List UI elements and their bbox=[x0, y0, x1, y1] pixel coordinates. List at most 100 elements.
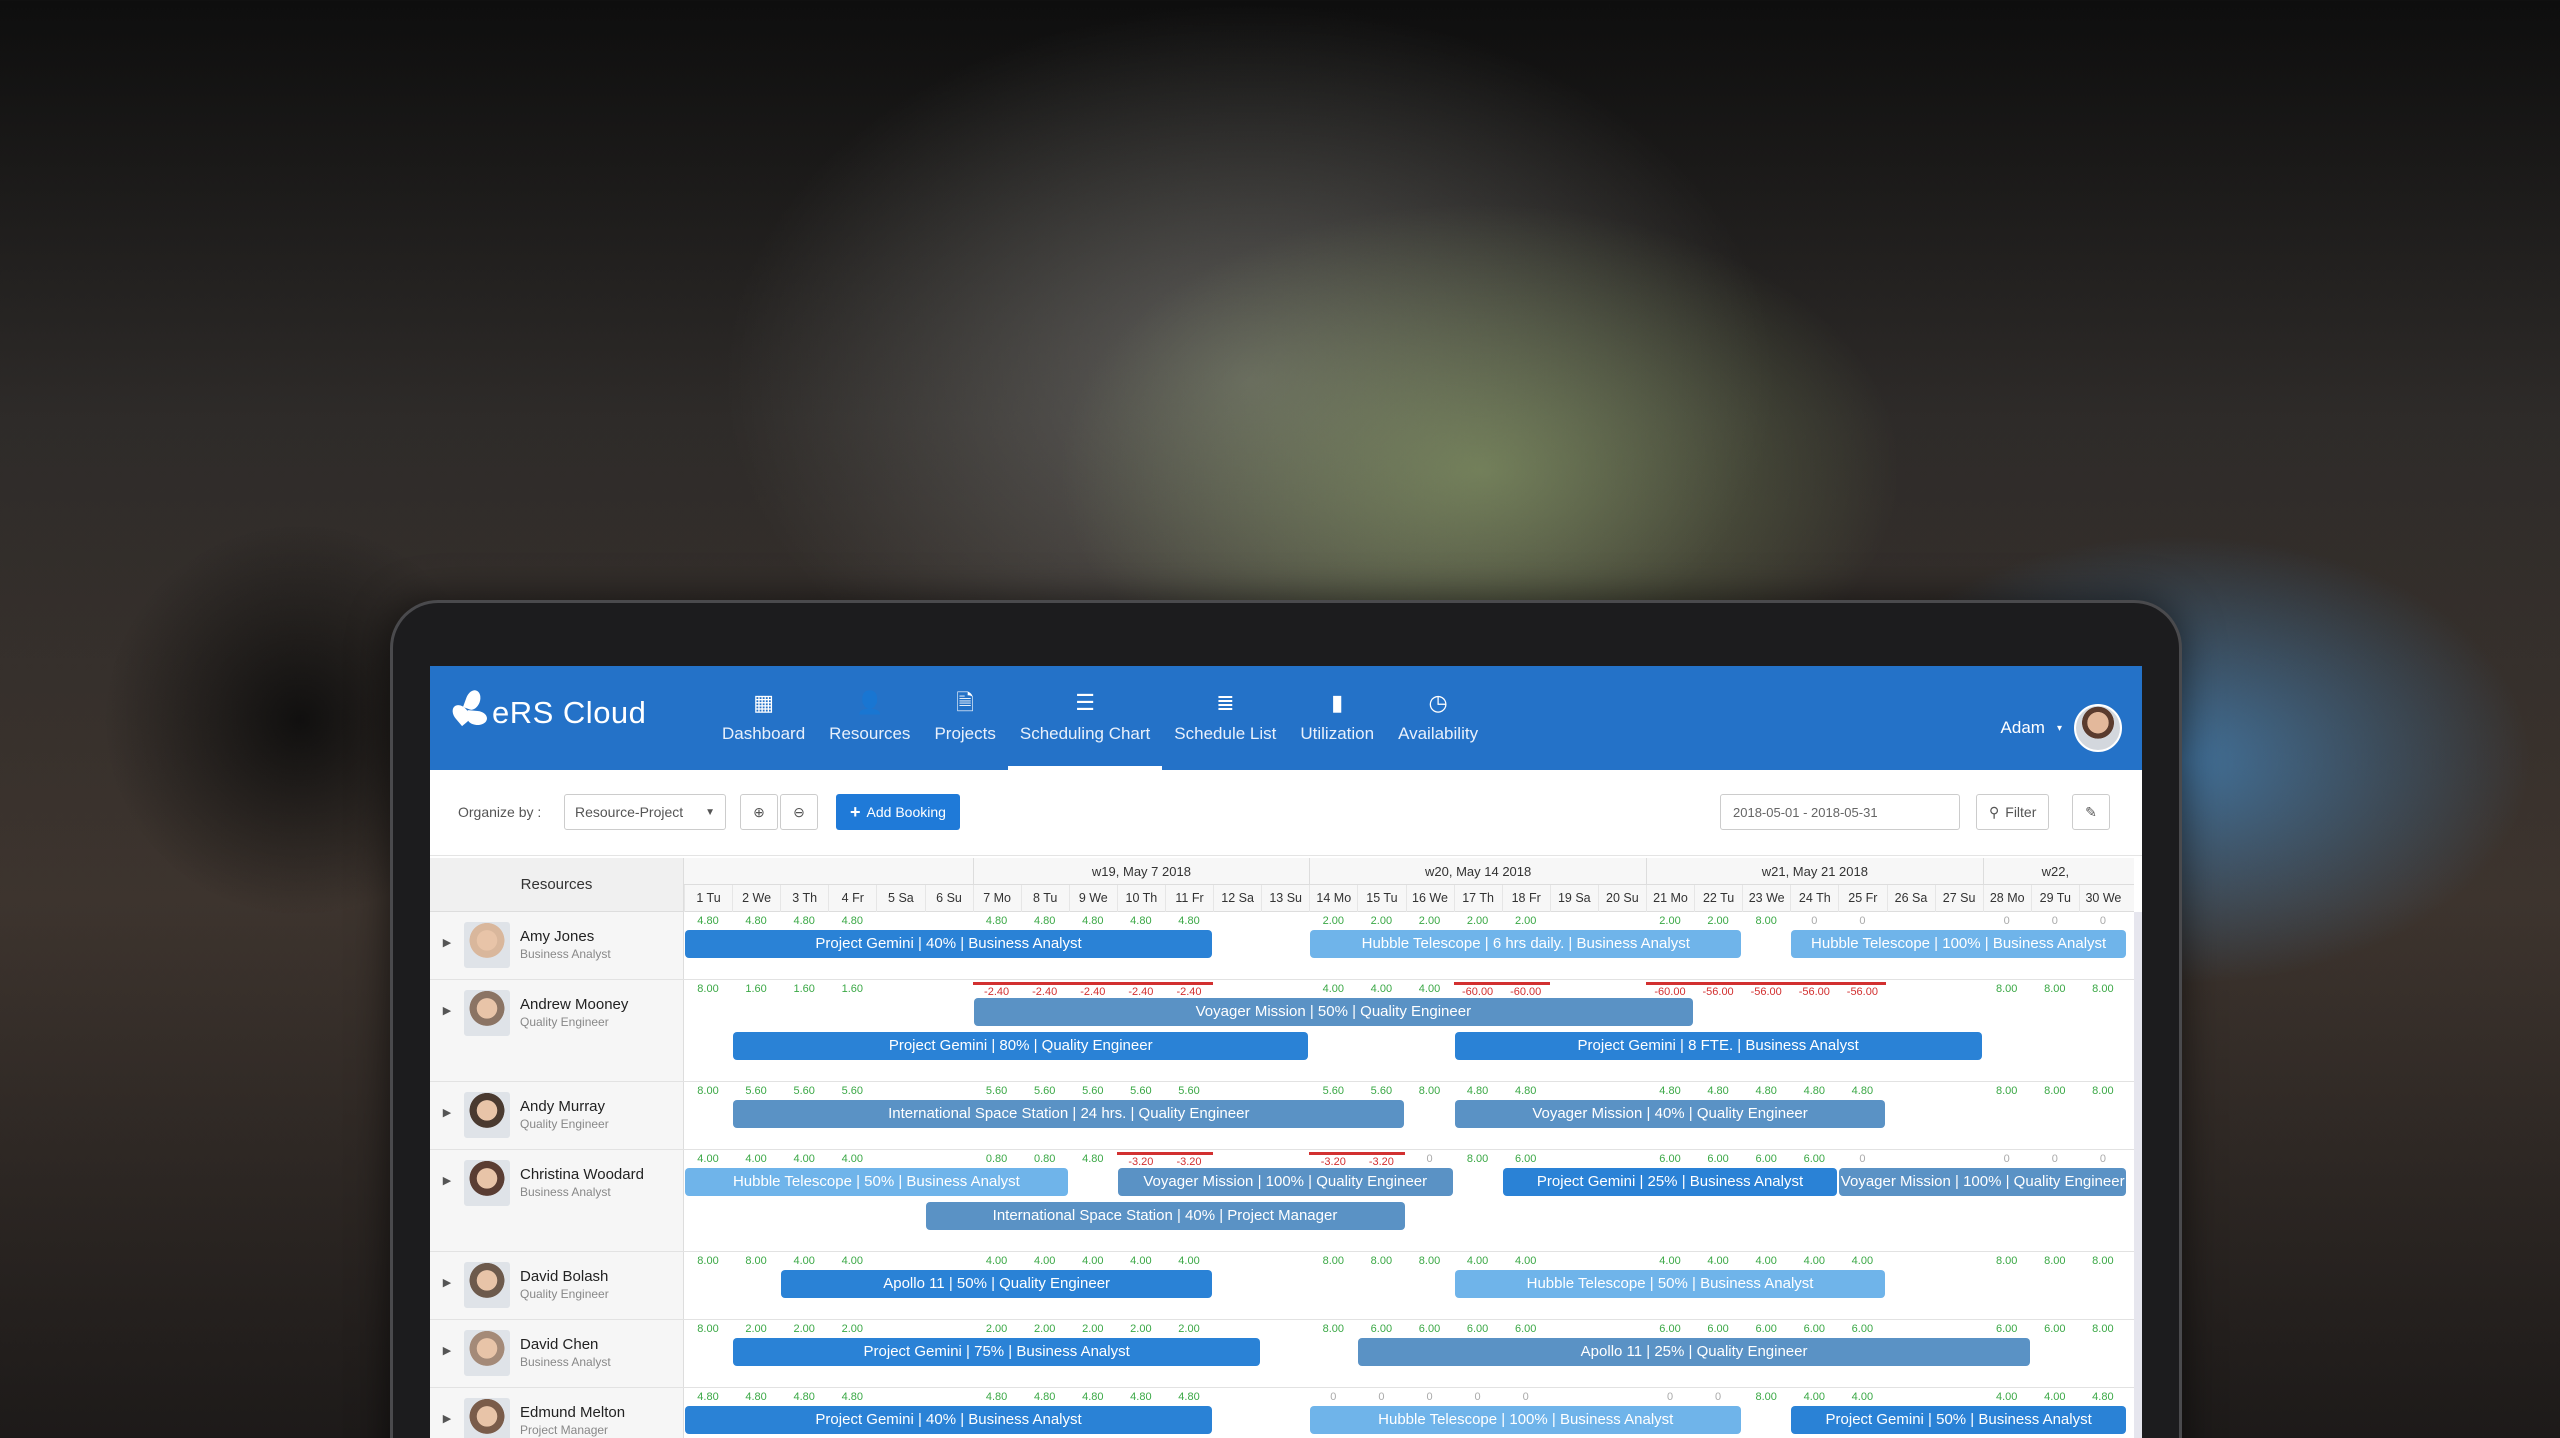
day-label: 28 Mo bbox=[1982, 885, 2031, 912]
user-menu[interactable]: Adam ▾ bbox=[2001, 704, 2122, 752]
booking-bar[interactable]: Project Gemini | 40% | Business Analyst bbox=[685, 1406, 1213, 1434]
availability-value: 0 bbox=[1859, 915, 1866, 927]
booking-bar[interactable]: International Space Station | 24 hrs. | … bbox=[733, 1100, 1405, 1128]
nav-label: Schedule List bbox=[1174, 724, 1277, 743]
day-label: 22 Tu bbox=[1694, 885, 1742, 912]
booking-bar[interactable]: Voyager Mission | 40% | Quality Engineer bbox=[1454, 1100, 1886, 1128]
avatar[interactable] bbox=[2074, 704, 2122, 752]
booking-bar[interactable]: Hubble Telescope | 100% | Business Analy… bbox=[1310, 1406, 1742, 1434]
booking-bar[interactable]: Project Gemini | 50% | Business Analyst bbox=[1791, 1406, 2126, 1434]
booking-bar[interactable]: Hubble Telescope | 50% | Business Analys… bbox=[1454, 1270, 1886, 1298]
availability-value: -56.00 bbox=[1838, 982, 1887, 999]
expand-caret-icon[interactable]: ▶ bbox=[430, 1344, 464, 1357]
resource-name[interactable]: Amy Jones bbox=[520, 928, 611, 945]
booking-bar[interactable]: Project Gemini | 8 FTE. | Business Analy… bbox=[1454, 1032, 1982, 1060]
availability-value: 1.60 bbox=[745, 983, 767, 995]
nav-projects[interactable]: 🗎 Projects bbox=[922, 688, 1007, 770]
organize-label: Organize by : bbox=[458, 804, 542, 820]
availability-value: 6.00 bbox=[1755, 1323, 1777, 1335]
organize-select[interactable]: Resource-Project ▼ bbox=[564, 794, 726, 830]
day-label: 23 We bbox=[1742, 885, 1790, 912]
availability-value: 1.60 bbox=[841, 983, 863, 995]
expand-caret-icon[interactable]: ▶ bbox=[430, 1106, 464, 1119]
booking-bar[interactable]: Project Gemini | 25% | Business Analyst bbox=[1502, 1168, 1838, 1196]
resource-row[interactable]: ▶ Andrew Mooney Quality Engineer bbox=[430, 980, 684, 1082]
resource-name[interactable]: David Chen bbox=[520, 1336, 611, 1353]
zoom-in-button[interactable]: ⊕ bbox=[740, 794, 778, 830]
resource-row[interactable]: ▶ Edmund Melton Project Manager bbox=[430, 1388, 684, 1438]
availability-value: 5.60 bbox=[1033, 1085, 1056, 1097]
settings-button[interactable]: ✎ bbox=[2072, 794, 2110, 830]
resource-row[interactable]: ▶ Christina Woodard Business Analyst bbox=[430, 1150, 684, 1252]
resource-row[interactable]: ▶ Andy Murray Quality Engineer bbox=[430, 1082, 684, 1150]
nav-availability[interactable]: ◷ Availability bbox=[1386, 688, 1490, 770]
availability-value: 4.00 bbox=[1370, 983, 1393, 995]
nav-schedule-list[interactable]: ≣ Schedule List bbox=[1162, 688, 1288, 770]
app-logo[interactable]: eRS Cloud bbox=[449, 688, 647, 736]
availability-value: 4.00 bbox=[1322, 983, 1344, 995]
expand-caret-icon[interactable]: ▶ bbox=[430, 1412, 464, 1425]
expand-caret-icon[interactable]: ▶ bbox=[430, 936, 464, 949]
day-label: 12 Sa bbox=[1213, 885, 1261, 912]
availability-value: 2.00 bbox=[985, 1323, 1008, 1335]
resource-name[interactable]: Edmund Melton bbox=[520, 1404, 625, 1421]
expand-caret-icon[interactable]: ▶ bbox=[430, 1004, 464, 1017]
availability-value: 8.00 bbox=[1322, 1255, 1344, 1267]
availability-value: 4.00 bbox=[1514, 1255, 1537, 1267]
day-label: 13 Su bbox=[1261, 885, 1309, 912]
availability-value: 6.00 bbox=[1707, 1153, 1729, 1165]
app-name: eRS Cloud bbox=[492, 695, 647, 730]
availability-value: 2.00 bbox=[1322, 915, 1344, 927]
resource-row[interactable]: ▶ David Bolash Quality Engineer bbox=[430, 1252, 684, 1320]
booking-bar[interactable]: Project Gemini | 75% | Business Analyst bbox=[733, 1338, 1261, 1366]
expand-caret-icon[interactable]: ▶ bbox=[430, 1174, 464, 1187]
logo-icon bbox=[449, 688, 488, 736]
nav-utilization[interactable]: ▮ Utilization bbox=[1288, 688, 1386, 770]
resource-name[interactable]: David Bolash bbox=[520, 1268, 609, 1285]
resource-avatar bbox=[464, 1398, 510, 1438]
availability-value: 8.00 bbox=[697, 1255, 719, 1267]
availability-value: 2.00 bbox=[1082, 1323, 1104, 1335]
booking-bar[interactable]: Hubble Telescope | 6 hrs daily. | Busine… bbox=[1310, 930, 1742, 958]
availability-value: 8.00 bbox=[1755, 1391, 1777, 1403]
booking-bar[interactable]: International Space Station | 40% | Proj… bbox=[925, 1202, 1405, 1230]
availability-value: 0 bbox=[1522, 1391, 1529, 1403]
booking-bar[interactable]: Voyager Mission | 100% | Quality Enginee… bbox=[1117, 1168, 1453, 1196]
expand-caret-icon[interactable]: ▶ bbox=[430, 1276, 464, 1289]
availability-value: 0 bbox=[2099, 1153, 2106, 1165]
resource-name[interactable]: Andrew Mooney bbox=[520, 996, 628, 1013]
booking-bar[interactable]: Voyager Mission | 50% | Quality Engineer bbox=[973, 998, 1694, 1026]
resource-row[interactable]: ▶ Amy Jones Business Analyst bbox=[430, 912, 684, 980]
availability-value: 5.60 bbox=[1370, 1085, 1393, 1097]
nav-scheduling-chart[interactable]: ☰ Scheduling Chart bbox=[1007, 688, 1163, 770]
nav-resources[interactable]: 👤 Resources bbox=[817, 688, 922, 770]
availability-value: 4.00 bbox=[2044, 1391, 2066, 1403]
availability-value: -2.40 bbox=[1068, 982, 1117, 999]
file-icon: 🗎 bbox=[956, 690, 974, 715]
booking-bar[interactable]: Voyager Mission | 100% | Quality Enginee… bbox=[1839, 1168, 2126, 1196]
availability-value: 5.60 bbox=[985, 1085, 1008, 1097]
availability-value: 0 bbox=[1474, 1391, 1481, 1403]
availability-value: 4.00 bbox=[793, 1153, 815, 1165]
booking-bar[interactable]: Project Gemini | 80% | Quality Engineer bbox=[733, 1032, 1309, 1060]
availability-value: 4.00 bbox=[1707, 1255, 1729, 1267]
booking-bar[interactable]: Apollo 11 | 25% | Quality Engineer bbox=[1358, 1338, 2030, 1366]
booking-bar[interactable]: Apollo 11 | 50% | Quality Engineer bbox=[781, 1270, 1213, 1298]
booking-bar[interactable]: Hubble Telescope | 50% | Business Analys… bbox=[685, 1168, 1068, 1196]
zoom-out-button[interactable]: ⊖ bbox=[780, 794, 818, 830]
availability-value: 0 bbox=[2051, 1153, 2058, 1165]
filter-button[interactable]: ⚲ Filter bbox=[1976, 794, 2050, 830]
add-booking-button[interactable]: + Add Booking bbox=[836, 794, 960, 830]
booking-bar[interactable]: Hubble Telescope | 100% | Business Analy… bbox=[1791, 930, 2126, 958]
day-label: 7 Mo bbox=[972, 885, 1021, 912]
availability-value: 8.00 bbox=[2092, 1085, 2114, 1097]
nav-dashboard[interactable]: ▦ Dashboard bbox=[710, 688, 817, 770]
resource-name[interactable]: Christina Woodard bbox=[520, 1166, 644, 1183]
booking-bar[interactable]: Project Gemini | 40% | Business Analyst bbox=[685, 930, 1213, 958]
resource-name[interactable]: Andy Murray bbox=[520, 1098, 609, 1115]
resource-row[interactable]: ▶ David Chen Business Analyst bbox=[430, 1320, 684, 1388]
availability-value: 4.80 bbox=[841, 915, 863, 927]
vertical-scrollbar[interactable] bbox=[2134, 912, 2142, 1438]
availability-value: 2.00 bbox=[1418, 915, 1441, 927]
date-range-input[interactable]: 2018-05-01 - 2018-05-31 bbox=[1720, 794, 1960, 830]
